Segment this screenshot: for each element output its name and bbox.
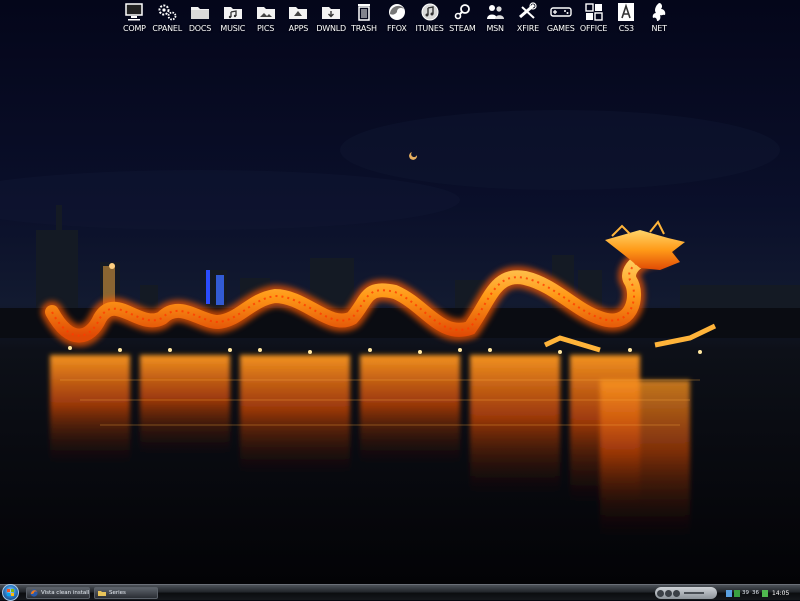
desktop-icon-dock: COMP CPANEL DOCS MUSIC PICS APPS DWNLD TRASH FFO… (118, 0, 676, 38)
desktop-shortcut-comp[interactable]: COMP (118, 0, 151, 38)
desktop-shortcut-music[interactable]: MUSIC (216, 0, 249, 38)
desktop-shortcut-office[interactable]: OFFICE (577, 0, 610, 38)
desktop-shortcut-label: MUSIC (220, 24, 246, 33)
desktop-shortcut-cpanel[interactable]: CPANEL (151, 0, 184, 38)
desktop-shortcut-label: DOCS (188, 24, 212, 33)
desktop-shortcut-games[interactable]: GAMES (544, 0, 577, 38)
desktop-shortcut-label: NET (651, 24, 667, 33)
gamepad-icon (550, 1, 572, 23)
desktop-shortcut-label: FFOX (386, 24, 407, 33)
desktop-shortcut-apps[interactable]: APPS (282, 0, 315, 38)
firefox-icon (386, 1, 408, 23)
taskbar: Vista clean install Se... Series 39 36 1… (0, 584, 800, 601)
desktop-shortcut-label: STEAM (449, 24, 476, 33)
desktop-shortcut-msn[interactable]: MSN (479, 0, 512, 38)
office-icon (583, 1, 605, 23)
media-player-toolbar[interactable] (655, 587, 717, 599)
adobe-cs3-icon (615, 1, 637, 23)
media-play-icon[interactable] (665, 589, 672, 597)
desktop-shortcut-label: MSN (486, 24, 504, 33)
shield-tray-icon[interactable] (734, 589, 740, 597)
firefox-icon (30, 589, 38, 597)
trash-icon (353, 1, 375, 23)
download-folder-icon (320, 1, 342, 23)
folder-icon (98, 591, 106, 596)
taskbar-button-label: Series (109, 590, 126, 596)
desktop-shortcut-label: ITUNES (415, 24, 444, 33)
tray-value-1: 39 (742, 590, 749, 596)
desktop-shortcut-dwnld[interactable]: DWNLD (315, 0, 348, 38)
desktop-shortcut-xfire[interactable]: XFIRE (512, 0, 545, 38)
taskbar-button-series-folder[interactable]: Series (94, 587, 158, 599)
media-next-icon[interactable] (673, 589, 680, 597)
msn-tray-icon[interactable] (762, 589, 768, 597)
desktop-shortcut-label: TRASH (351, 24, 377, 33)
taskbar-button-firefox[interactable]: Vista clean install Se... (26, 587, 90, 599)
desktop-shortcut-label: DWNLD (316, 24, 347, 33)
desktop-shortcut-ffox[interactable]: FFOX (380, 0, 413, 38)
wallpaper-dragon-lantern (0, 0, 800, 584)
desktop-shortcut-net[interactable]: NET (643, 0, 676, 38)
desktop-shortcut-itunes[interactable]: ITUNES (413, 0, 446, 38)
desktop-shortcut-cs3[interactable]: CS3 (610, 0, 643, 38)
desktop-shortcut-label: APPS (288, 24, 309, 33)
desktop-shortcut-docs[interactable]: DOCS (184, 0, 217, 38)
start-button[interactable] (2, 584, 19, 601)
xfire-icon (517, 1, 539, 23)
network-icon (648, 1, 670, 23)
media-seek-slider[interactable] (684, 592, 704, 594)
desktop-shortcut-pics[interactable]: PICS (249, 0, 282, 38)
taskbar-button-label: Vista clean install Se... (41, 590, 89, 596)
desktop-shortcut-label: CPANEL (152, 24, 183, 33)
desktop-shortcut-steam[interactable]: STEAM (446, 0, 479, 38)
folder-icon (189, 1, 211, 23)
desktop-shortcut-label: XFIRE (516, 24, 539, 33)
desktop-shortcut-label: CS3 (618, 24, 634, 33)
pictures-folder-icon (255, 1, 277, 23)
desktop-shortcut-label: PICS (257, 24, 275, 33)
windows-orb-icon (7, 589, 14, 596)
gears-icon (156, 1, 178, 23)
computer-icon (123, 1, 145, 23)
media-prev-icon[interactable] (657, 589, 664, 597)
desktop-shortcut-label: OFFICE (579, 24, 608, 33)
clock[interactable]: 14:05 (772, 590, 789, 597)
desktop-shortcut-trash[interactable]: TRASH (348, 0, 381, 38)
desktop-shortcut-label: GAMES (546, 24, 575, 33)
network-tray-icon[interactable] (726, 589, 732, 597)
itunes-icon (419, 1, 441, 23)
music-folder-icon (222, 1, 244, 23)
apps-folder-icon (287, 1, 309, 23)
desktop-shortcut-label: COMP (122, 24, 146, 33)
steam-icon (451, 1, 473, 23)
system-tray: 39 36 14:05 (726, 587, 798, 599)
tray-value-2: 36 (752, 590, 759, 596)
msn-icon (484, 1, 506, 23)
